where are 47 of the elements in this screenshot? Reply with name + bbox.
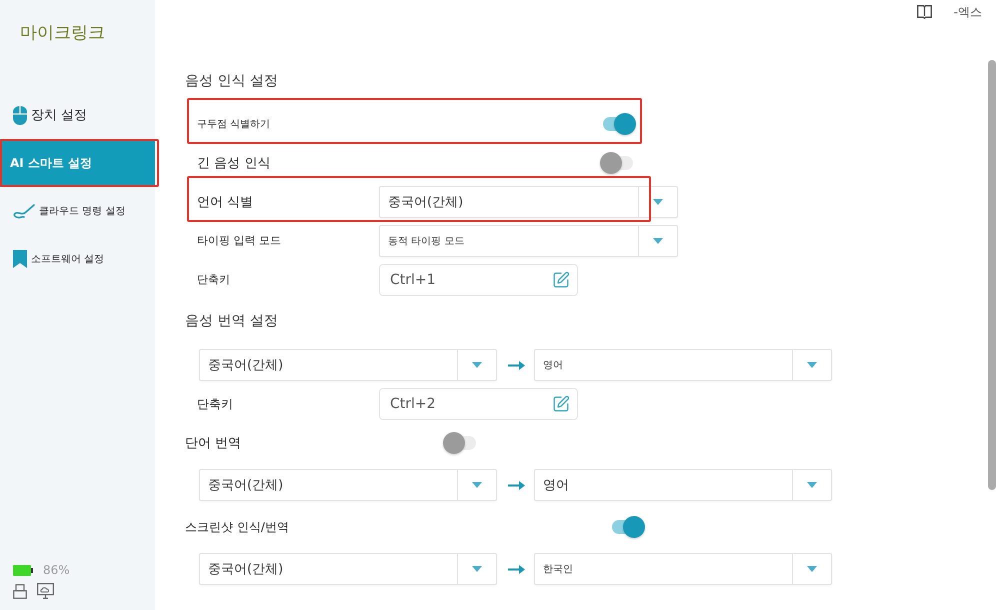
- setting-label: 언어 식별: [197, 194, 254, 210]
- book-icon[interactable]: [916, 5, 932, 19]
- battery-icon: [13, 564, 33, 576]
- caret-icon: [807, 566, 817, 572]
- sidebar-item[interactable]: 소프트웨어 설정: [0, 235, 155, 283]
- hotkey-field[interactable]: Ctrl+2: [379, 388, 578, 420]
- caret-icon: [653, 238, 663, 244]
- bookmark-icon: [13, 250, 27, 268]
- window-controls[interactable]: -엑스: [954, 4, 982, 20]
- setting-label: 스크린샷 인식/번역: [185, 518, 290, 536]
- setting-label: 단축키: [197, 272, 231, 287]
- mouse-icon: [13, 106, 27, 124]
- dropdown[interactable]: 한국인: [534, 553, 832, 585]
- usb-drive-icon[interactable]: [13, 584, 27, 598]
- dropdown[interactable]: 중국어(간체): [379, 186, 678, 218]
- setting-label: 타이핑 입력 모드: [197, 233, 282, 248]
- dropdown[interactable]: 영어: [534, 349, 832, 381]
- dropdown[interactable]: 중국어(간체): [199, 469, 497, 501]
- edit-icon[interactable]: [552, 395, 570, 413]
- setting-label: 구두점 식별하기: [197, 118, 272, 130]
- squiggle-icon: [13, 204, 35, 218]
- hotkey-field[interactable]: Ctrl+1: [379, 264, 578, 296]
- caret-icon: [807, 482, 817, 488]
- setting-label: 단축키: [197, 396, 234, 412]
- app-logo: 마이크링크: [19, 22, 106, 44]
- dropdown[interactable]: 중국어(간체): [199, 349, 497, 381]
- setting-label: 긴 음성 인식: [197, 154, 272, 172]
- caret-icon: [807, 362, 817, 368]
- dropdown[interactable]: 중국어(간체): [199, 553, 497, 585]
- sidebar-item[interactable]: 장치 설정: [0, 91, 155, 139]
- dropdown[interactable]: 영어: [534, 469, 832, 501]
- setting-label: 단어 번역: [185, 435, 242, 452]
- section-title: 음성 인식 설정: [185, 72, 279, 90]
- scrollbar-thumb[interactable]: [988, 60, 996, 490]
- dropdown[interactable]: 동적 타이핑 모드: [379, 224, 678, 256]
- sidebar-item[interactable]: 클라우드 명령 설정: [0, 187, 155, 235]
- caret-icon: [472, 482, 482, 488]
- battery-percent: 86%: [43, 563, 70, 577]
- right-arrow-icon: [508, 480, 525, 490]
- right-arrow-icon: [508, 360, 525, 370]
- edit-icon[interactable]: [552, 270, 570, 288]
- caret-icon: [653, 198, 663, 204]
- right-arrow-icon: [508, 564, 525, 574]
- monitor-cloud-icon[interactable]: [37, 583, 54, 599]
- caret-icon: [472, 566, 482, 572]
- caret-icon: [472, 362, 482, 368]
- section-title: 음성 번역 설정: [185, 312, 279, 330]
